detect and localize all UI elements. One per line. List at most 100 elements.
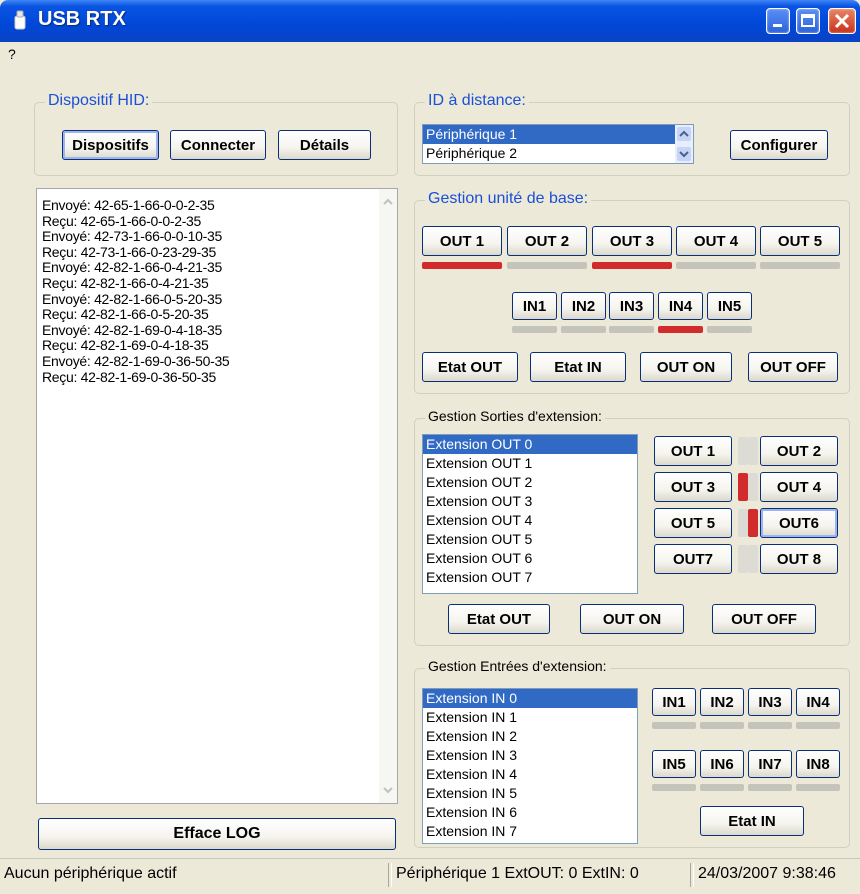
- base-in-indicator: [512, 326, 557, 333]
- ext-in-indicator: [652, 784, 696, 791]
- maximize-icon: [801, 14, 815, 27]
- ext-out-indicator: [738, 509, 748, 537]
- base-out-button[interactable]: OUT 5: [760, 226, 840, 256]
- ext-out-button[interactable]: OUT 1: [654, 436, 732, 466]
- ext-out-indicator: [738, 545, 748, 573]
- base-etat-out-button[interactable]: Etat OUT: [422, 352, 518, 382]
- status-bar: Aucun périphérique actif Périphérique 1 …: [0, 858, 860, 894]
- ext-out-button[interactable]: OUT 3: [654, 472, 732, 502]
- base-in-button[interactable]: IN3: [609, 292, 654, 320]
- ext-out-button[interactable]: OUT7: [654, 544, 732, 574]
- base-out-button[interactable]: OUT 1: [422, 226, 502, 256]
- status-separator: [690, 863, 694, 887]
- devices-button[interactable]: Dispositifs: [62, 130, 159, 160]
- remote-list-scrollbar[interactable]: [675, 125, 693, 163]
- ext-in-item[interactable]: Extension IN 6: [423, 803, 637, 822]
- clear-log-button[interactable]: Efface LOG: [38, 818, 396, 850]
- base-out-off-button[interactable]: OUT OFF: [748, 352, 838, 382]
- ext-out-button[interactable]: OUT 5: [654, 508, 732, 538]
- log-list[interactable]: Envoyé: 42-65-1-66-0-0-2-35 Reçu: 42-65-1…: [36, 188, 398, 804]
- ext-out-item[interactable]: Extension OUT 4: [423, 511, 637, 530]
- ext-out-button[interactable]: OUT 4: [760, 472, 838, 502]
- log-line: Reçu: 42-73-1-66-0-23-29-35: [42, 243, 217, 260]
- ext-out-indicator: [748, 545, 758, 573]
- scroll-down-icon[interactable]: [677, 147, 691, 161]
- status-device-info: Périphérique 1 ExtOUT: 0 ExtIN: 0: [396, 865, 639, 882]
- remote-device-item[interactable]: Périphérique 2: [423, 144, 693, 163]
- ext-etat-out-button[interactable]: Etat OUT: [448, 604, 550, 634]
- title-bar[interactable]: USB RTX: [0, 0, 860, 42]
- ext-in-item[interactable]: Extension IN 2: [423, 727, 637, 746]
- menu-help[interactable]: ?: [8, 46, 16, 62]
- maximize-button[interactable]: [796, 8, 820, 34]
- base-out-indicator: [422, 262, 502, 269]
- ext-out-off-button[interactable]: OUT OFF: [712, 604, 816, 634]
- ext-in-item[interactable]: Extension IN 0: [423, 689, 637, 708]
- base-in-button[interactable]: IN5: [707, 292, 752, 320]
- ext-out-items: Extension OUT 0 Extension OUT 1 Extension …: [423, 435, 637, 587]
- ext-in-button[interactable]: IN5: [652, 750, 696, 778]
- ext-in-indicator: [748, 784, 792, 791]
- base-in-button[interactable]: IN1: [512, 292, 557, 320]
- status-separator: [388, 863, 392, 887]
- ext-in-button[interactable]: IN8: [796, 750, 840, 778]
- ext-out-button[interactable]: OUT 2: [760, 436, 838, 466]
- base-in-button[interactable]: IN2: [561, 292, 606, 320]
- ext-out-button[interactable]: OUT 8: [760, 544, 838, 574]
- base-out-button[interactable]: OUT 2: [507, 226, 587, 256]
- log-line: Reçu: 42-82-1-66-0-4-21-35: [42, 274, 209, 291]
- ext-in-button[interactable]: IN3: [748, 688, 792, 716]
- connect-button[interactable]: Connecter: [170, 130, 266, 160]
- ext-in-indicator: [700, 722, 744, 729]
- ext-out-item[interactable]: Extension OUT 1: [423, 454, 637, 473]
- configure-button[interactable]: Configurer: [730, 130, 828, 160]
- log-scrollbar[interactable]: [379, 189, 397, 803]
- ext-out-indicator: [738, 473, 748, 501]
- log-lines: Envoyé: 42-65-1-66-0-0-2-35 Reçu: 42-65-1…: [37, 189, 397, 385]
- status-datetime: 24/03/2007 9:38:46: [698, 865, 836, 882]
- remote-device-list[interactable]: Périphérique 1 Périphérique 2: [422, 124, 694, 164]
- close-button[interactable]: [828, 8, 856, 34]
- ext-in-button[interactable]: IN1: [652, 688, 696, 716]
- ext-in-item[interactable]: Extension IN 4: [423, 765, 637, 784]
- base-out-button[interactable]: OUT 3: [592, 226, 672, 256]
- base-in-indicator: [561, 326, 606, 333]
- ext-etat-in-button[interactable]: Etat IN: [700, 806, 804, 836]
- ext-in-button[interactable]: IN6: [700, 750, 744, 778]
- ext-out-item[interactable]: Extension OUT 7: [423, 568, 637, 587]
- ext-out-item[interactable]: Extension OUT 2: [423, 473, 637, 492]
- ext-in-button[interactable]: IN7: [748, 750, 792, 778]
- ext-out-button[interactable]: OUT6: [760, 508, 838, 538]
- ext-out-list[interactable]: Extension OUT 0 Extension OUT 1 Extension …: [422, 434, 638, 594]
- base-in-indicator: [609, 326, 654, 333]
- ext-in-item[interactable]: Extension IN 3: [423, 746, 637, 765]
- log-line: Reçu: 42-65-1-66-0-0-2-35: [42, 212, 202, 229]
- hid-group-title: Dispositif HID:: [45, 92, 153, 110]
- ext-in-button[interactable]: IN4: [796, 688, 840, 716]
- base-out-on-button[interactable]: OUT ON: [640, 352, 732, 382]
- ext-in-indicator: [796, 784, 840, 791]
- ext-in-item[interactable]: Extension IN 5: [423, 784, 637, 803]
- ext-out-item[interactable]: Extension OUT 3: [423, 492, 637, 511]
- ext-out-item[interactable]: Extension OUT 6: [423, 549, 637, 568]
- ext-out-on-button[interactable]: OUT ON: [580, 604, 684, 634]
- remote-device-item[interactable]: Périphérique 1: [423, 125, 693, 144]
- ext-in-item[interactable]: Extension IN 1: [423, 708, 637, 727]
- base-etat-in-button[interactable]: Etat IN: [530, 352, 626, 382]
- ext-in-button[interactable]: IN2: [700, 688, 744, 716]
- base-in-button[interactable]: IN4: [658, 292, 703, 320]
- ext-out-item[interactable]: Extension OUT 0: [423, 435, 637, 454]
- minimize-button[interactable]: [766, 8, 790, 34]
- scroll-up-icon[interactable]: [381, 195, 395, 209]
- ext-in-item[interactable]: Extension IN 7: [423, 822, 637, 841]
- ext-out-indicator: [748, 509, 758, 537]
- scroll-up-icon[interactable]: [677, 127, 691, 141]
- base-out-button[interactable]: OUT 4: [676, 226, 756, 256]
- menu-bar: ?: [0, 42, 860, 68]
- ext-in-list[interactable]: Extension IN 0 Extension IN 1 Extension IN…: [422, 688, 638, 844]
- ext-in-items: Extension IN 0 Extension IN 1 Extension IN…: [423, 689, 637, 841]
- log-line: Envoyé: 42-73-1-66-0-0-10-35: [42, 228, 222, 245]
- ext-out-item[interactable]: Extension OUT 5: [423, 530, 637, 549]
- details-button[interactable]: Détails: [278, 130, 371, 160]
- scroll-down-icon[interactable]: [381, 783, 395, 797]
